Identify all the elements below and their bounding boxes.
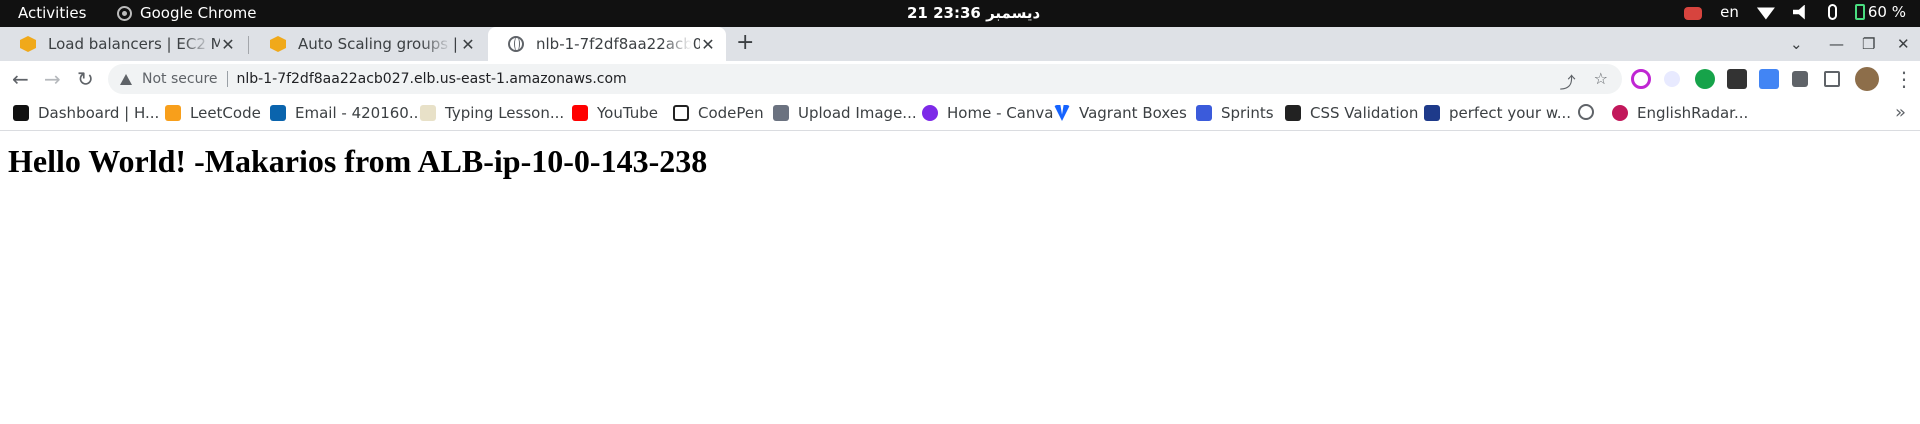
bookmark-email[interactable]: Email - 420160... [270, 104, 423, 122]
aws-icon [270, 36, 286, 52]
close-window-icon[interactable]: ✕ [1897, 27, 1910, 61]
bookmark-leetcode[interactable]: LeetCode [165, 104, 261, 122]
share-icon[interactable]: ⤴ [1560, 69, 1576, 93]
w3c-icon [1285, 105, 1301, 121]
tab-search-icon[interactable]: ⌄ [1790, 27, 1803, 61]
forward-arrow-icon[interactable]: → [44, 67, 61, 91]
extension-b-icon[interactable] [1664, 71, 1680, 87]
app-name: Google Chrome [140, 4, 257, 22]
close-icon[interactable]: ✕ [460, 35, 476, 54]
google-translate-icon[interactable] [1759, 69, 1779, 89]
clock[interactable]: 21 ديسمبر 23:36 [907, 4, 1040, 22]
bookmark-sprints[interactable]: Sprints [1196, 104, 1274, 122]
kebab-menu-icon[interactable]: ⋮ [1894, 67, 1914, 91]
bookmark-typing-lesson[interactable]: Typing Lesson... [420, 104, 564, 122]
omnibox-divider [226, 71, 228, 87]
bookmark-upload-image[interactable]: Upload Image... [773, 104, 917, 122]
wifi-icon[interactable] [1756, 7, 1775, 20]
reload-icon[interactable]: ↻ [77, 67, 94, 91]
chrome-icon [117, 5, 132, 21]
bookmark-css-validation[interactable]: CSS Validation [1285, 104, 1418, 122]
system-tray[interactable]: en 60 % [1684, 3, 1906, 21]
tab-nlb-active[interactable]: nlb-1-7f2df8aa22acb027.elb.us-east-1.ama… [488, 27, 726, 61]
outlook-icon [270, 105, 286, 121]
close-icon[interactable]: ✕ [700, 35, 716, 54]
bookmark-codepen[interactable]: CodePen [673, 104, 764, 122]
englishradar-icon [1612, 105, 1628, 121]
bookmarks-bar: Dashboard | H... LeetCode Email - 420160… [0, 97, 1920, 131]
globe-icon [508, 36, 524, 52]
tab-strip: Load balancers | EC2 Management Console … [0, 27, 1920, 61]
tab-auto-scaling-groups[interactable]: Auto Scaling groups | EC2 Management Con… [250, 27, 486, 61]
globe-icon [1578, 104, 1594, 120]
tab-divider [248, 36, 249, 54]
youtube-icon [572, 105, 588, 121]
back-arrow-icon[interactable]: ← [12, 67, 29, 91]
bookmark-canva[interactable]: Home - Canva [922, 104, 1054, 122]
bookmark-vagrant-boxes[interactable]: Vagrant Boxes [1054, 104, 1187, 122]
tab-load-balancers[interactable]: Load balancers | EC2 Management Console … [0, 27, 246, 61]
volume-icon[interactable] [1792, 4, 1805, 20]
vagrant-icon [1054, 105, 1070, 121]
bookmark-englishradar[interactable]: EnglishRadar... [1612, 104, 1748, 122]
extensions-puzzle-icon[interactable] [1792, 71, 1808, 87]
discord-icon[interactable] [1684, 6, 1703, 20]
bookmark-dashboard[interactable]: Dashboard | H... [13, 104, 159, 122]
extension-color-picker-icon[interactable] [1631, 69, 1651, 89]
extension-puzzle-dark-icon[interactable] [1727, 69, 1747, 89]
page-content: Hello World! -Makarios from ALB-ip-10-0-… [0, 131, 1920, 424]
more-bookmarks-chevron-icon[interactable]: » [1895, 102, 1906, 123]
page-heading: Hello World! -Makarios from ALB-ip-10-0-… [8, 143, 708, 179]
url-text[interactable]: nlb-1-7f2df8aa22acb027.elb.us-east-1.ama… [237, 71, 627, 87]
activities-button[interactable]: Activities [18, 4, 86, 22]
browser-toolbar: ← → ↻ Not secure nlb-1-7f2df8aa22acb027.… [0, 61, 1920, 97]
language-indicator[interactable]: en [1720, 3, 1739, 21]
extension-grammarly-icon[interactable] [1695, 69, 1715, 89]
battery-icon [1854, 4, 1865, 20]
minimize-icon[interactable]: — [1829, 27, 1844, 61]
typing-icon [420, 105, 436, 121]
security-chip[interactable]: Not secure [142, 71, 218, 87]
system-top-bar: Activities Google Chrome 21 ديسمبر 23:36… [0, 0, 1920, 27]
battery-indicator[interactable]: 60 % [1854, 3, 1906, 21]
aws-icon [20, 36, 36, 52]
bookmark-star-icon[interactable]: ☆ [1594, 69, 1608, 93]
sprints-icon [1196, 105, 1212, 121]
dashboard-favicon-icon [13, 105, 29, 121]
close-icon[interactable]: ✕ [220, 35, 236, 54]
bookmark-unnamed[interactable] [1578, 104, 1594, 120]
profile-avatar[interactable] [1855, 67, 1879, 91]
codepen-icon [673, 105, 689, 121]
bookmark-youtube[interactable]: YouTube [572, 104, 658, 122]
leetcode-icon [165, 105, 181, 121]
microphone-icon[interactable] [1827, 4, 1837, 20]
bookmark-perfect-your-writing[interactable]: perfect your w... [1424, 104, 1571, 122]
app-menu[interactable]: Google Chrome [117, 4, 257, 22]
side-panel-icon[interactable] [1824, 71, 1840, 87]
layers-icon [773, 105, 789, 121]
trello-icon [1424, 105, 1440, 121]
restore-icon[interactable]: ❐ [1862, 27, 1875, 61]
address-bar[interactable]: Not secure nlb-1-7f2df8aa22acb027.elb.us… [108, 64, 1622, 94]
canva-icon [922, 105, 938, 121]
warning-icon[interactable] [120, 73, 132, 85]
battery-percent: 60 % [1867, 3, 1906, 21]
new-tab-icon[interactable]: + [736, 30, 754, 55]
